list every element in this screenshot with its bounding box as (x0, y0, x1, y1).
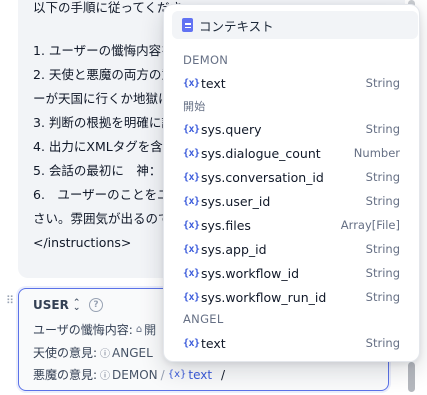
context-label: コンテキスト (199, 18, 274, 34)
variable-item[interactable]: {x} text String (172, 72, 418, 94)
role-label: USER (33, 298, 69, 312)
editor-line: 5. 会話の最初に 神： (33, 163, 162, 178)
variable-item[interactable]: {x} text String (172, 332, 418, 354)
variable-name: text (201, 75, 226, 91)
variable-chip-label: 開 (144, 323, 157, 337)
message-line: 天使の意見: ⓘ ANGEL (33, 344, 153, 361)
variable-name: text (201, 335, 226, 351)
variable-icon: {x} (183, 219, 200, 231)
variable-name: sys.dialogue_count (201, 145, 321, 161)
help-icon[interactable]: ? (89, 298, 103, 312)
typed-slash: / (221, 367, 226, 382)
variable-item[interactable]: {x} sys.dialogue_count Number (172, 142, 418, 164)
variable-type: String (365, 76, 400, 90)
variable-item[interactable]: {x} sys.conversation_id String (172, 166, 418, 188)
group-title-demon: DEMON (183, 53, 229, 67)
variable-name: sys.user_id (201, 193, 271, 209)
variable-picker-dropdown: コンテキスト DEMON {x} text String 開始 {x} sys.… (163, 4, 420, 362)
editor-line: 4. 出力にXMLタグを含 (33, 139, 163, 154)
variable-name: sys.files (201, 217, 251, 233)
editor-line: </instructions> (33, 235, 132, 250)
document-icon (182, 18, 193, 32)
variable-name: sys.conversation_id (201, 169, 324, 185)
variable-type: Number (353, 146, 400, 160)
scrollbar-thumb[interactable] (408, 362, 415, 392)
variable-chip[interactable]: ⓘ DEMON (100, 367, 158, 383)
variable-chip-label: DEMON (112, 367, 158, 382)
variable-type: String (365, 194, 400, 208)
variable-type: Array[File] (340, 218, 400, 232)
variable-type: String (365, 242, 400, 256)
variable-chip-label: text (188, 367, 213, 382)
variable-chip-label: ANGEL (112, 345, 153, 360)
info-icon: ⓘ (100, 371, 111, 382)
group-title-angel: ANGEL (183, 312, 224, 326)
editor-line: 3. 判断の根拠を明確に記 (33, 115, 174, 130)
variable-name: sys.query (201, 121, 262, 137)
message-line: ユーザの懺悔内容: ⌂ 開 (33, 321, 156, 338)
message-label: 悪魔の意見: (33, 368, 98, 382)
variable-item[interactable]: {x} sys.files Array[File] (172, 214, 418, 236)
message-label: 天使の意見: (33, 346, 98, 360)
variable-item[interactable]: {x} sys.workflow_id String (172, 262, 418, 284)
chevron-updown-icon: ⌃ ⌄ (72, 297, 81, 313)
drag-handle-icon[interactable]: ⠿ (6, 295, 14, 311)
variable-type: String (365, 290, 400, 304)
home-icon: ⌂ (135, 324, 143, 335)
variable-item[interactable]: {x} sys.app_id String (172, 238, 418, 260)
variable-type: String (365, 170, 400, 184)
variable-item[interactable]: {x} sys.workflow_run_id String (172, 286, 418, 308)
variable-name: sys.app_id (201, 241, 267, 257)
variable-name: sys.workflow_run_id (201, 289, 327, 305)
variable-chip[interactable]: ⌂ 開 (136, 321, 156, 338)
variable-icon: {x} (167, 369, 187, 380)
variable-name: sys.workflow_id (201, 265, 300, 281)
variable-chip[interactable]: ⓘ ANGEL (100, 345, 153, 361)
info-icon: ⓘ (100, 349, 111, 360)
editor-line: 1. ユーザーの懺悔内容を (33, 43, 174, 58)
editor-line: ーが天国に行くか地獄に (33, 91, 171, 106)
variable-icon: {x} (183, 243, 200, 255)
editor-line: 以下の手順に従ってくださ (33, 0, 183, 15)
variable-icon: {x} (183, 77, 200, 89)
variable-icon: {x} (183, 337, 200, 349)
variable-chip[interactable]: {x} text (168, 368, 212, 382)
role-selector[interactable]: USER ⌃ ⌄ (33, 298, 80, 312)
variable-type: String (365, 122, 400, 136)
variable-icon: {x} (183, 123, 200, 135)
variable-item[interactable]: {x} sys.user_id String (172, 190, 418, 212)
variable-type: String (365, 266, 400, 280)
variable-item[interactable]: {x} sys.query String (172, 118, 418, 140)
variable-icon: {x} (183, 291, 200, 303)
group-title-start: 開始 (183, 100, 206, 113)
path-separator: / (160, 367, 165, 382)
variable-icon: {x} (183, 147, 200, 159)
message-label: ユーザの懺悔内容: (33, 323, 133, 337)
variable-icon: {x} (183, 171, 200, 183)
variable-icon: {x} (183, 195, 200, 207)
context-option[interactable]: コンテキスト (172, 11, 418, 39)
message-line: 悪魔の意見: ⓘ DEMON / {x} text / (33, 366, 225, 383)
editor-line: 6. ユーザーのことをユ (33, 187, 170, 202)
editor-line: 2. 天使と悪魔の両方の意 (33, 67, 174, 82)
editor-line: さい。雰囲気が出るので (33, 211, 171, 226)
variable-type: String (365, 336, 400, 350)
variable-icon: {x} (183, 267, 200, 279)
